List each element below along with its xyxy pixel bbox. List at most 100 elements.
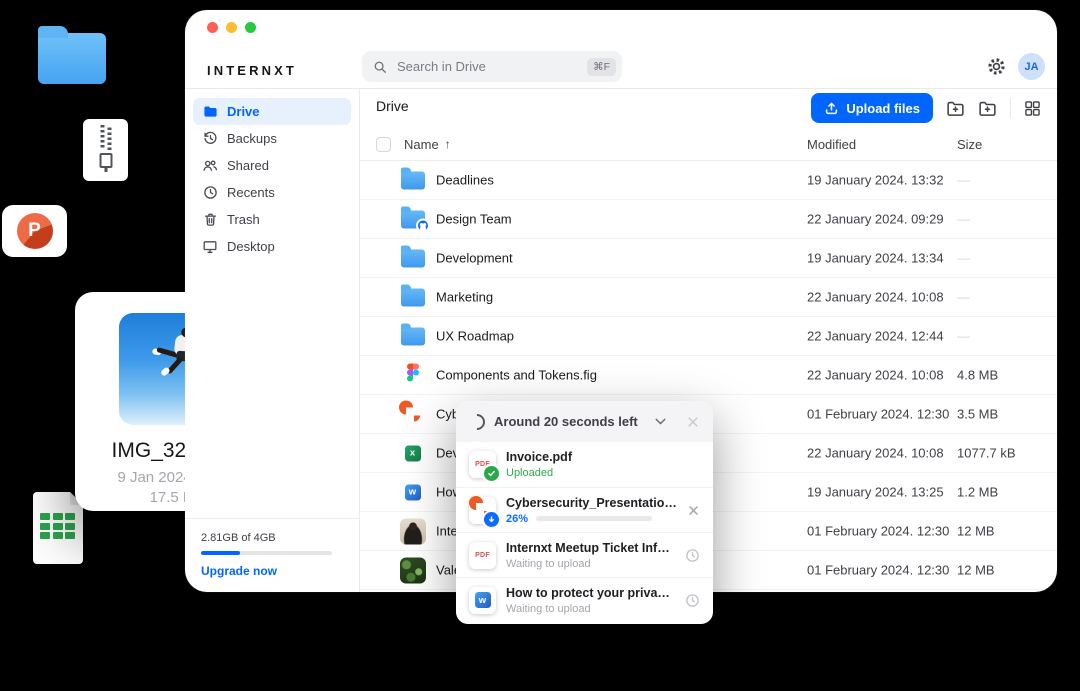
file-name: Marketing xyxy=(436,290,493,305)
shared-folder-icon xyxy=(401,210,425,228)
upload-item-status: Waiting to upload xyxy=(506,558,675,570)
table-row[interactable]: Design Team 22 January 2024. 09:29 — xyxy=(360,200,1057,239)
word-file-icon: w xyxy=(405,484,421,500)
grid-view-button[interactable] xyxy=(1024,100,1041,117)
table-row[interactable]: Development19 January 2024. 13:34— xyxy=(360,239,1057,278)
search-bar[interactable]: ⌘F xyxy=(362,51,622,82)
file-size: 12 MB xyxy=(957,524,995,539)
upload-item-list: PDFInvoice.pdfUploadedCybersecurity_Pres… xyxy=(456,442,713,622)
desktop-icon xyxy=(202,239,218,254)
internxt-logo: INTERNXT xyxy=(207,63,297,78)
upload-item: PDFInternxt Meetup Ticket Info.pdfWaitin… xyxy=(456,532,713,577)
powerpoint-logo-icon: P xyxy=(17,213,53,249)
floating-folder-icon xyxy=(38,33,106,84)
upgrade-now-link[interactable]: Upgrade now xyxy=(201,564,343,578)
file-size: 12 MB xyxy=(957,563,995,578)
grid-icon xyxy=(1024,100,1041,117)
zipper-icon xyxy=(100,125,111,150)
close-popup-button[interactable] xyxy=(686,415,700,429)
figma-file-icon xyxy=(407,364,419,387)
file-modified-date: 19 January 2024. 13:32 xyxy=(807,173,944,188)
upload-item: Cybersecurity_Presentation.ppt26% xyxy=(456,487,713,532)
folder-icon xyxy=(401,249,425,267)
collapse-popup-button[interactable] xyxy=(653,414,668,429)
floating-zip-file-icon xyxy=(83,119,128,181)
table-row[interactable]: Components and Tokens.fig22 January 2024… xyxy=(360,356,1057,395)
pending-clock-icon xyxy=(685,548,700,563)
search-icon xyxy=(373,60,387,74)
upload-files-button[interactable]: Upload files xyxy=(811,93,933,123)
sidebar-item-label: Shared xyxy=(227,158,269,173)
column-header-size[interactable]: Size xyxy=(957,137,982,152)
file-modified-date: 22 January 2024. 10:08 xyxy=(807,290,944,305)
sidebar-item-desktop[interactable]: Desktop xyxy=(193,233,351,260)
downloading-badge xyxy=(482,510,501,529)
file-modified-date: 22 January 2024. 10:08 xyxy=(807,368,944,383)
sidebar-item-trash[interactable]: Trash xyxy=(193,206,351,233)
upload-item-status: Waiting to upload xyxy=(506,603,675,615)
spinner-icon xyxy=(466,410,489,433)
sidebar-item-backups[interactable]: Backups xyxy=(193,125,351,152)
clock-icon xyxy=(202,185,218,200)
file-modified-date: 19 January 2024. 13:34 xyxy=(807,251,944,266)
toolbar-actions: Upload files xyxy=(811,93,1041,123)
table-row[interactable]: Deadlines19 January 2024. 13:32— xyxy=(360,161,1057,200)
column-header-name[interactable]: Name xyxy=(404,137,439,152)
photo-thumbnail-icon xyxy=(400,557,426,583)
column-header-modified[interactable]: Modified xyxy=(807,137,856,152)
close-window-button[interactable] xyxy=(207,22,218,33)
uploaded-check-badge xyxy=(482,464,501,483)
table-header: Name ↑ Modified Size xyxy=(360,128,1057,161)
search-shortcut-badge: ⌘F xyxy=(587,58,616,76)
storage-progress-track xyxy=(201,551,332,555)
file-modified-date: 22 January 2024. 10:08 xyxy=(807,446,944,461)
pdf-file-icon: PDF xyxy=(475,552,490,559)
file-name: Deadlines xyxy=(436,173,494,188)
sidebar-item-label: Desktop xyxy=(227,239,275,254)
photo-thumbnail-icon xyxy=(400,518,426,544)
upload-popup-header: Around 20 seconds left xyxy=(456,401,713,442)
folder-icon xyxy=(401,288,425,306)
pending-clock-icon xyxy=(685,593,700,608)
select-all-checkbox[interactable] xyxy=(376,137,391,152)
settings-button[interactable] xyxy=(987,57,1006,76)
file-modified-date: 01 February 2024. 12:30 xyxy=(807,407,949,422)
file-size: — xyxy=(957,212,970,227)
folder-icon xyxy=(401,327,425,345)
spreadsheet-grid-icon xyxy=(40,513,75,539)
file-size: — xyxy=(957,290,970,305)
sidebar-item-drive[interactable]: Drive xyxy=(193,98,351,125)
upload-item-status: Uploaded xyxy=(506,467,700,479)
upload-folder-button[interactable] xyxy=(946,99,965,118)
close-icon xyxy=(686,415,700,429)
file-modified-date: 22 January 2024. 09:29 xyxy=(807,212,944,227)
table-row[interactable]: Marketing 22 January 2024. 10:08 — xyxy=(360,278,1057,317)
upload-item: wHow to protect your privacy.docWaiting … xyxy=(456,577,713,622)
upload-percent: 26% xyxy=(506,513,528,525)
file-modified-date: 22 January 2024. 12:44 xyxy=(807,329,944,344)
upload-status-text: Around 20 seconds left xyxy=(494,414,644,429)
upload-icon xyxy=(824,101,839,116)
avatar[interactable]: JA xyxy=(1018,53,1045,80)
folder-plus-icon xyxy=(978,99,997,118)
excel-file-icon: x xyxy=(405,445,421,461)
clock-icon xyxy=(685,548,700,563)
search-input[interactable] xyxy=(395,58,587,75)
sidebar-item-shared[interactable]: Shared xyxy=(193,152,351,179)
gear-icon xyxy=(987,57,1006,76)
storage-usage-label: 2.81GB of 4GB xyxy=(201,532,343,544)
folder-icon xyxy=(401,171,425,189)
minimize-window-button[interactable] xyxy=(226,22,237,33)
table-row[interactable]: UX Roadmap22 January 2024. 12:44— xyxy=(360,317,1057,356)
sidebar-item-recents[interactable]: Recents xyxy=(193,179,351,206)
zoom-window-button[interactable] xyxy=(245,22,256,33)
upload-item-name: How to protect your privacy.doc xyxy=(506,586,675,600)
file-name: Design Team xyxy=(436,212,512,227)
sidebar-item-label: Trash xyxy=(227,212,260,227)
file-modified-date: 01 February 2024. 12:30 xyxy=(807,524,949,539)
clock-icon xyxy=(685,593,700,608)
divider xyxy=(1010,98,1011,118)
create-folder-button[interactable] xyxy=(978,99,997,118)
cancel-upload-button[interactable] xyxy=(687,504,700,517)
file-size: 4.8 MB xyxy=(957,368,998,383)
